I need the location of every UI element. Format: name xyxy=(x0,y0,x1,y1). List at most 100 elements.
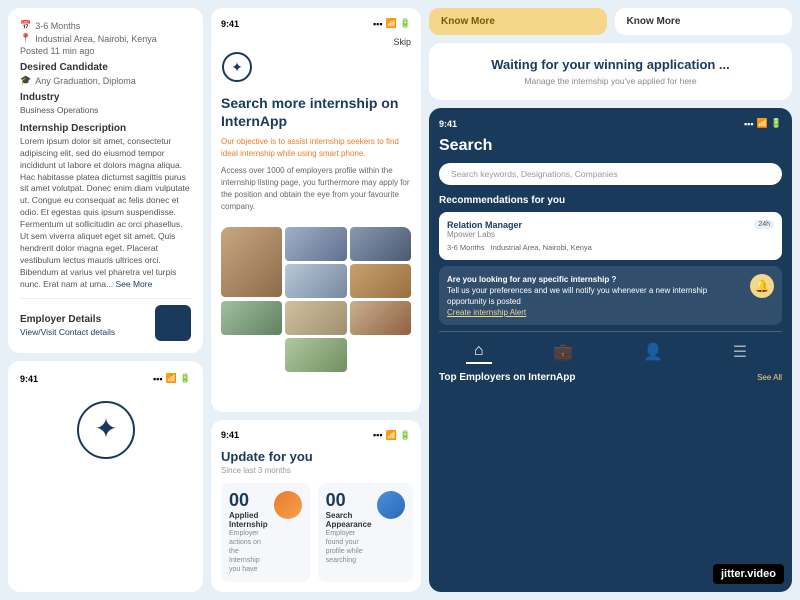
industry-title: Industry xyxy=(20,92,191,103)
alert-card: Are you looking for any specific interns… xyxy=(439,266,782,325)
employer-title: Employer Details xyxy=(20,314,115,325)
hero-desc: Access over 1000 of employers profile wi… xyxy=(221,165,411,213)
job-rec-card-1[interactable]: Relation Manager Mpower Labs 24h 3-6 Mon… xyxy=(439,212,782,260)
photo-cell-4 xyxy=(285,264,346,298)
job1-badge: 24h xyxy=(754,220,774,229)
location-icon: 📍 xyxy=(20,33,31,44)
battery-1: 🔋 xyxy=(400,18,411,29)
wifi-1: 📶 xyxy=(386,18,397,29)
time-search: 9:41 xyxy=(439,119,457,129)
hero-title: Search more internship on InternApp xyxy=(221,94,411,130)
search-phone-screen: 9:41 ▪▪▪ 📶 🔋 Search Search keywords, Des… xyxy=(429,108,792,592)
photo-cell-8 xyxy=(350,301,411,335)
see-more-link[interactable]: See More xyxy=(115,279,152,289)
skip-button[interactable]: Skip xyxy=(393,37,411,47)
photo-cell-3 xyxy=(350,227,411,261)
photo-cell-5 xyxy=(350,264,411,298)
posted-text: Posted 11 min ago xyxy=(20,46,94,56)
posted-row: Posted 11 min ago xyxy=(20,46,191,56)
grad-row: 🎓 Any Graduation, Diploma xyxy=(20,75,191,86)
job-details-card: 📅 3-6 Months 📍 Industrial Area, Nairobi,… xyxy=(8,8,203,353)
bottom-nav: ⌂ 💼 👤 ☰ xyxy=(439,331,782,368)
recommendations-title: Recommendations for you xyxy=(439,195,782,206)
stat2-icon xyxy=(377,491,405,519)
job1-title: Relation Manager xyxy=(447,220,522,230)
job1-company: Mpower Labs xyxy=(447,230,522,239)
location-row: 📍 Industrial Area, Nairobi, Kenya xyxy=(20,33,191,44)
time-left: 9:41 xyxy=(20,374,38,384)
stat1-number: 00 xyxy=(229,491,268,509)
internapp-logo-icon: ✦ xyxy=(76,400,136,460)
right-bottom-row: 9:41 ▪▪▪ 📶 🔋 Search Search keywords, Des… xyxy=(429,108,792,592)
know-more-card-2[interactable]: Know More xyxy=(615,8,793,35)
stat-card-1: 00 Applied Internship Employer actions o… xyxy=(221,483,310,582)
wifi-2: 📶 xyxy=(386,430,397,441)
phone-header-1: 9:41 ▪▪▪ 📶 🔋 xyxy=(221,18,411,29)
phone-header-2: 9:41 ▪▪▪ 📶 🔋 xyxy=(221,430,411,441)
time-2: 9:41 xyxy=(221,430,239,440)
status-icons-2: ▪▪▪ 📶 🔋 xyxy=(373,430,411,441)
middle-panel: 9:41 ▪▪▪ 📶 🔋 Skip ✦ Search more internsh… xyxy=(211,8,421,592)
stats-row: 00 Applied Internship Employer actions o… xyxy=(221,483,411,582)
photo-cell-2 xyxy=(285,227,346,261)
alert-icon: 🔔 xyxy=(750,274,774,298)
update-subtitle: Since last 3 months xyxy=(221,466,411,475)
nav-briefcase[interactable]: 💼 xyxy=(545,340,581,364)
stat-card-2: 00 Search Appearance Employer found your… xyxy=(318,483,414,582)
photo-cell-9 xyxy=(285,338,346,372)
hero-subtitle: Our objective is to assist internship se… xyxy=(221,136,411,158)
employer-section: Employer Details View/Visit Contact deta… xyxy=(20,298,191,341)
duration-row: 📅 3-6 Months xyxy=(20,20,191,31)
battery-2: 🔋 xyxy=(400,430,411,441)
stat1-icon xyxy=(274,491,302,519)
search-screen-title: Search xyxy=(439,137,782,155)
know-more-card-1[interactable]: Know More xyxy=(429,8,607,35)
signal-search: ▪▪▪ xyxy=(744,119,754,129)
alert-desc: Tell us your preferences and we will not… xyxy=(447,285,744,307)
update-title: Update for you xyxy=(221,449,411,464)
nav-home[interactable]: ⌂ xyxy=(466,340,492,364)
grad-text: Any Graduation, Diploma xyxy=(35,76,136,86)
alert-link[interactable]: Create internship Alert xyxy=(447,308,744,317)
status-icons-left: ▪▪▪ 📶 🔋 xyxy=(153,373,191,384)
waiting-title: Waiting for your winning application ... xyxy=(443,57,778,72)
employer-logo xyxy=(155,305,191,341)
description-title: Internship Description xyxy=(20,123,191,134)
signal-1: ▪▪▪ xyxy=(373,19,383,29)
svg-text:✦: ✦ xyxy=(231,59,243,75)
alert-text: Are you looking for any specific interns… xyxy=(447,274,744,285)
jitter-badge: jitter.video xyxy=(713,564,784,584)
status-icons-search: ▪▪▪ 📶 🔋 xyxy=(744,118,782,129)
right-panel: Know More Know More Waiting for your win… xyxy=(429,8,792,592)
calendar-icon: 📅 xyxy=(20,20,31,31)
phone-logo-area: ✦ xyxy=(20,400,191,460)
time-1: 9:41 xyxy=(221,19,239,29)
photo-cell-7 xyxy=(285,301,346,335)
status-bar-left: 9:41 ▪▪▪ 📶 🔋 xyxy=(20,373,191,384)
search-input[interactable]: Search keywords, Designations, Companies xyxy=(439,163,782,185)
stat2-number: 00 xyxy=(326,491,372,509)
status-icons-1: ▪▪▪ 📶 🔋 xyxy=(373,18,411,29)
employer-link[interactable]: View/Visit Contact details xyxy=(20,327,115,339)
desired-candidate-title: Desired Candidate xyxy=(20,62,191,73)
wifi-icon: 📶 xyxy=(166,373,177,384)
photo-cell-1 xyxy=(221,227,282,297)
stat1-desc: Employer actions on the Internship you h… xyxy=(229,529,268,574)
search-hero: ✦ Search more internship on InternApp Ou… xyxy=(221,47,411,227)
top-employers-title: Top Employers on InternApp xyxy=(439,372,575,383)
nav-profile[interactable]: 👤 xyxy=(635,340,671,364)
hero-logo-icon: ✦ xyxy=(221,51,253,83)
waiting-card: Waiting for your winning application ...… xyxy=(429,43,792,100)
battery-icon: 🔋 xyxy=(180,373,191,384)
stat2-desc: Employer found your profile while search… xyxy=(326,529,372,565)
svg-text:✦: ✦ xyxy=(94,413,117,444)
job1-meta: 3-6 Months Industrial Area, Nairobi, Ken… xyxy=(447,243,774,252)
photo-cell-6 xyxy=(221,301,282,335)
nav-menu[interactable]: ☰ xyxy=(725,340,755,364)
update-screen: 9:41 ▪▪▪ 📶 🔋 Update for you Since last 3… xyxy=(211,420,421,592)
grad-icon: 🎓 xyxy=(20,75,31,86)
know-more-row: Know More Know More xyxy=(429,8,792,35)
phone-card-left: 9:41 ▪▪▪ 📶 🔋 ✦ xyxy=(8,361,203,592)
see-all-link[interactable]: See All xyxy=(757,373,782,382)
location-text: Industrial Area, Nairobi, Kenya xyxy=(35,34,157,44)
